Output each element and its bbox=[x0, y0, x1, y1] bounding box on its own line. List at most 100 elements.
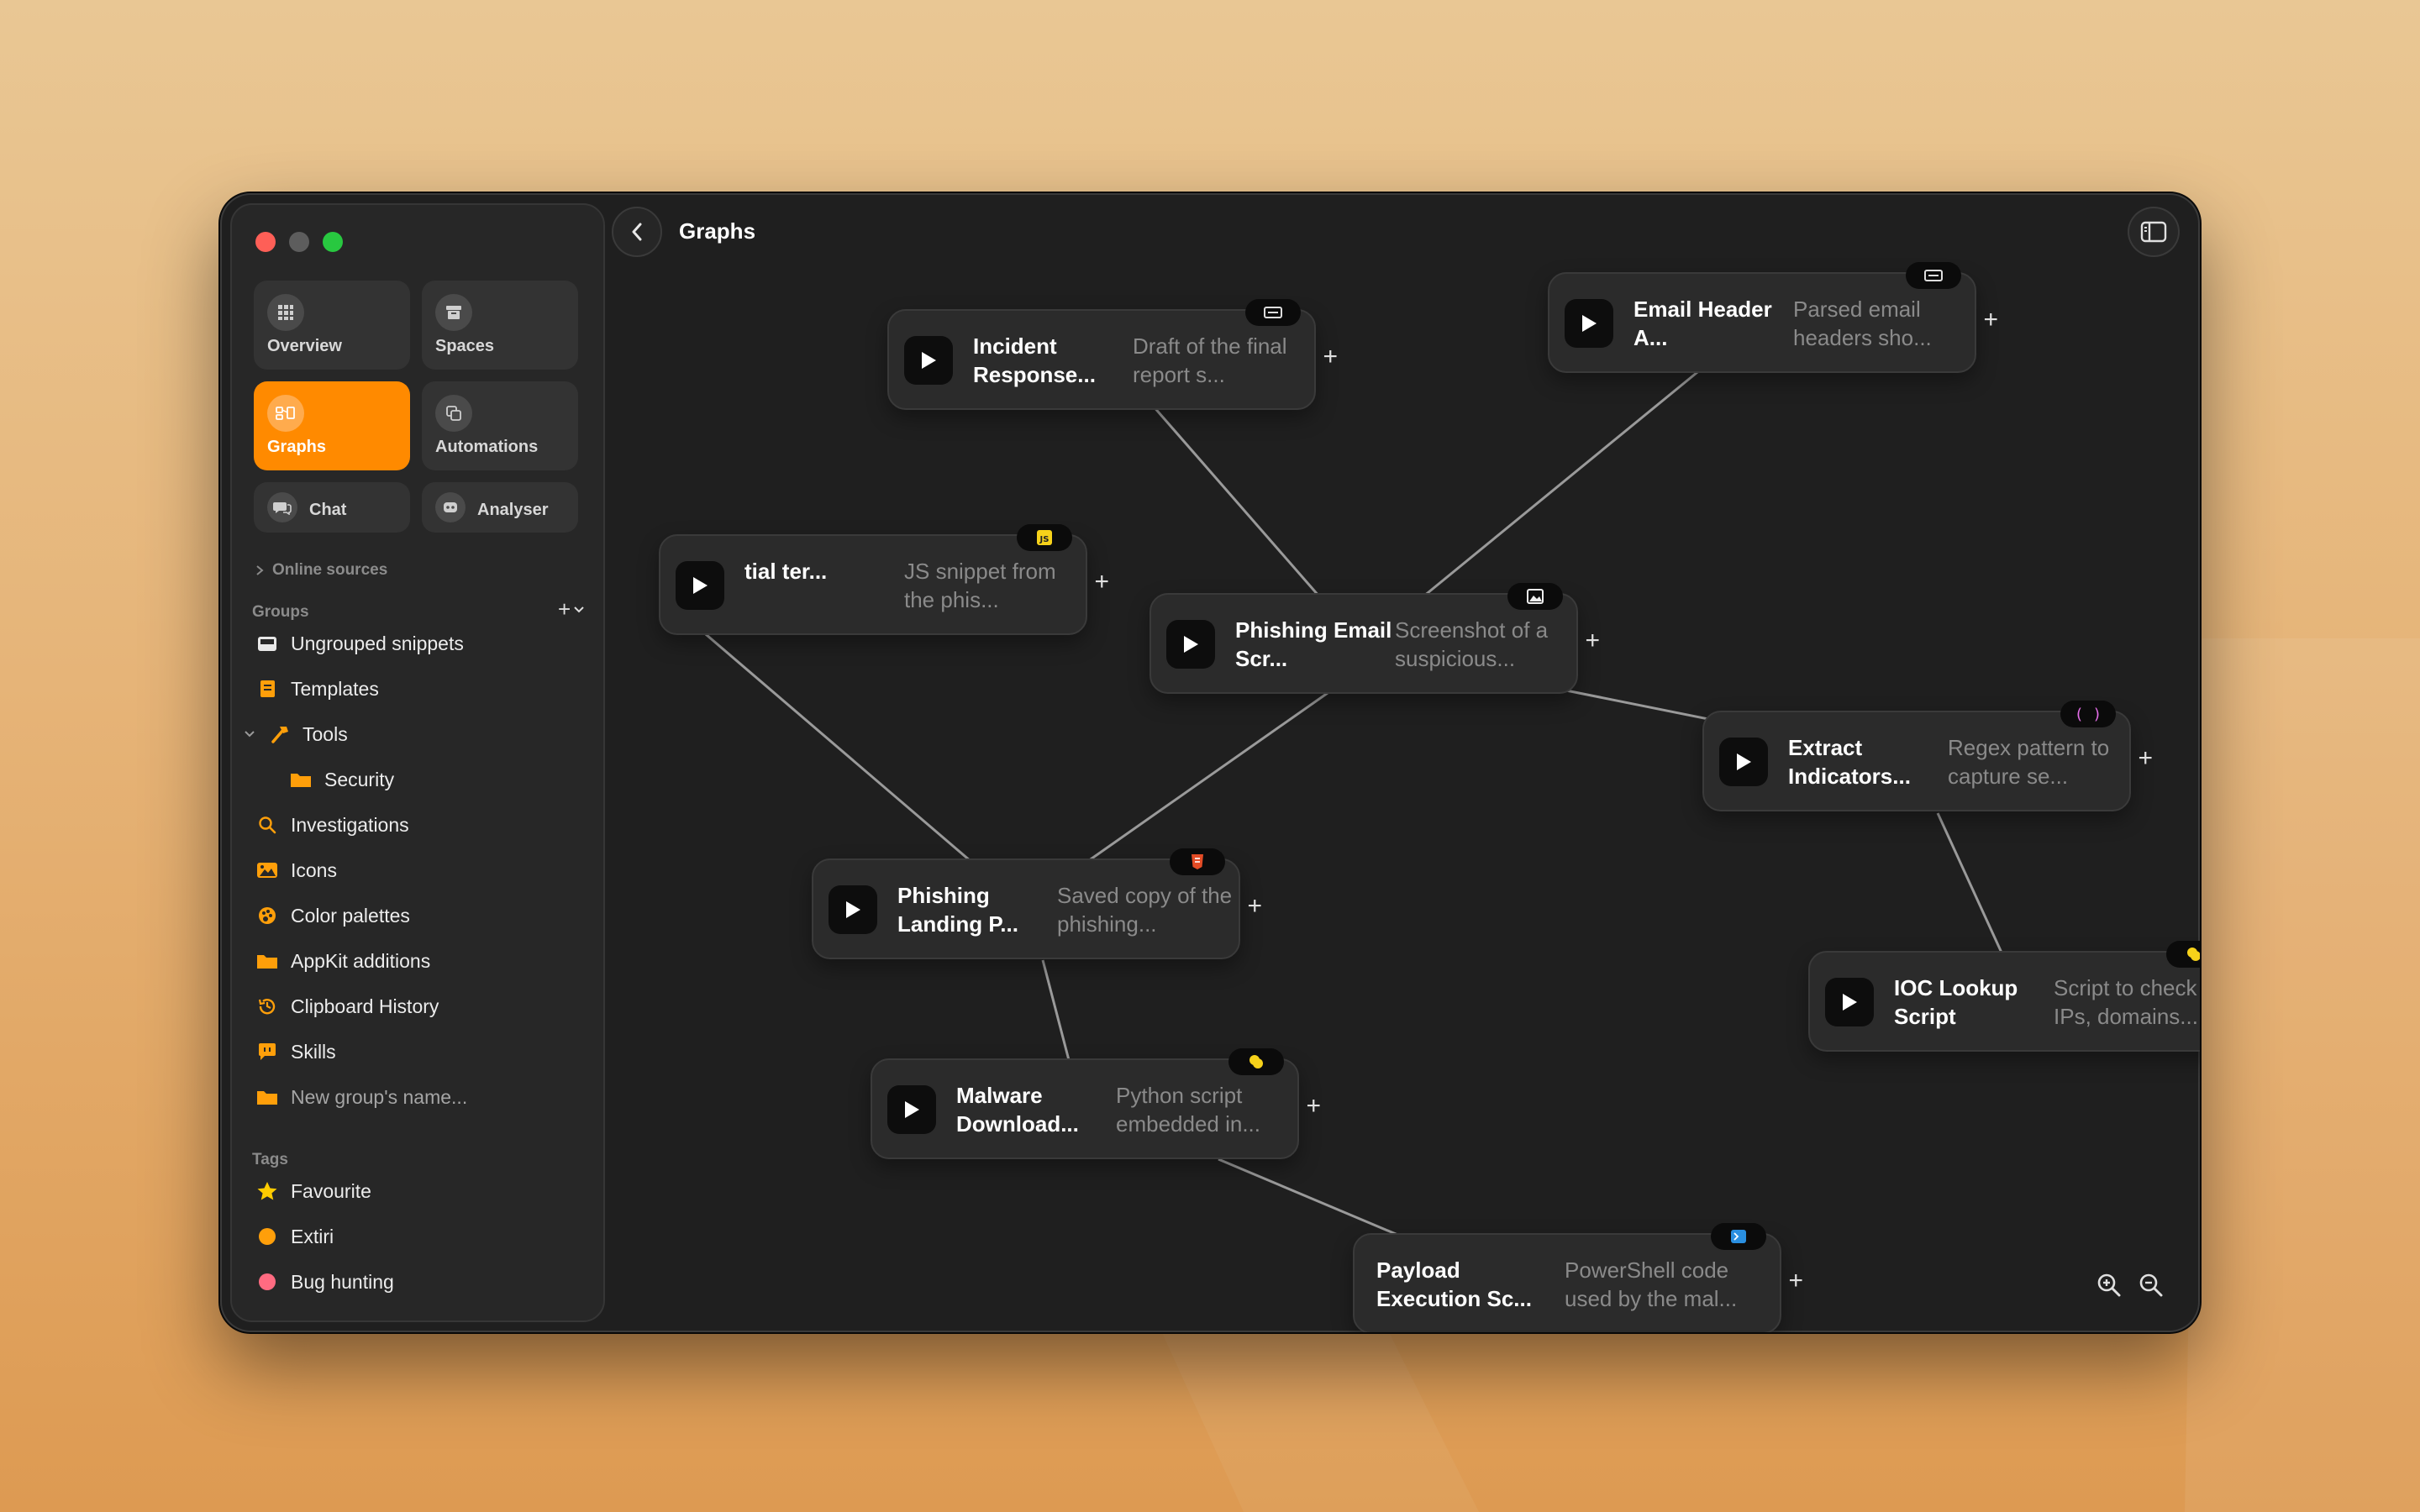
play-button[interactable] bbox=[904, 336, 953, 385]
node-description: Screenshot of a suspicious... bbox=[1395, 617, 1549, 671]
group-label: Clipboard History bbox=[291, 995, 439, 1017]
graph-node-payload-execution[interactable]: Payload Execution Sc... PowerShell code … bbox=[1353, 1223, 1803, 1332]
add-connection-button[interactable]: + bbox=[2138, 746, 2153, 771]
chevron-down-icon bbox=[245, 731, 255, 738]
tag-bug-hunting[interactable]: Bug hunting bbox=[255, 1263, 394, 1300]
page-title: Graphs bbox=[679, 218, 756, 244]
group-label: Tools bbox=[302, 722, 348, 745]
group-label: Icons bbox=[291, 858, 337, 881]
svg-text:( ): ( ) bbox=[2076, 706, 2100, 722]
tile-label: Spaces bbox=[435, 337, 495, 355]
node-title: Extract Indicators... bbox=[1788, 735, 1911, 789]
sidebar: Overview Spaces Graphs Automations Chat … bbox=[230, 203, 605, 1322]
group-clipboard-history[interactable]: Clipboard History bbox=[255, 988, 439, 1025]
node-title: Phishing Email Scr... bbox=[1235, 617, 1392, 671]
chevron-left-icon bbox=[632, 223, 642, 241]
play-button[interactable] bbox=[1565, 299, 1613, 348]
play-button[interactable] bbox=[676, 561, 724, 610]
tag-favourite[interactable]: Favourite bbox=[255, 1173, 371, 1210]
edge bbox=[1041, 959, 1071, 1061]
online-sources-toggle[interactable]: Online sources bbox=[255, 561, 387, 580]
graph-node-ioc-lookup[interactable]: IOC Lookup Script Script to check IPs, d… bbox=[1808, 941, 2200, 1052]
tag-dot-icon bbox=[255, 1273, 279, 1290]
edge bbox=[1936, 812, 2003, 953]
group-templates[interactable]: Templates bbox=[255, 670, 379, 707]
tag-extiri[interactable]: Extiri bbox=[255, 1218, 334, 1255]
minimize-window-button[interactable] bbox=[289, 232, 309, 252]
zoom-in-icon bbox=[2097, 1273, 2121, 1297]
new-group-field[interactable]: New group's name... bbox=[255, 1079, 467, 1116]
node-title: Incident Response... bbox=[973, 333, 1096, 387]
graph-node-email-header[interactable]: Email Header A... Parsed email headers s… bbox=[1548, 262, 1998, 373]
tile-label: Chat bbox=[309, 501, 347, 519]
edge bbox=[1087, 691, 1328, 863]
tile-overview[interactable]: Overview bbox=[254, 281, 410, 370]
play-button[interactable] bbox=[829, 885, 877, 934]
add-group-button[interactable]: + bbox=[558, 596, 584, 622]
play-button[interactable] bbox=[1825, 978, 1874, 1026]
chevron-right-icon bbox=[256, 565, 264, 575]
zoom-window-button[interactable] bbox=[323, 232, 343, 252]
image-icon bbox=[1507, 583, 1563, 610]
back-button[interactable] bbox=[612, 207, 662, 257]
group-skills[interactable]: Skills bbox=[255, 1033, 336, 1070]
folder-icon bbox=[255, 1089, 279, 1105]
history-icon bbox=[255, 996, 279, 1016]
tile-label: Graphs bbox=[267, 438, 327, 456]
robot-icon bbox=[435, 492, 466, 522]
group-label: AppKit additions bbox=[291, 949, 431, 972]
tile-spaces[interactable]: Spaces bbox=[422, 281, 578, 370]
copy-icon bbox=[435, 395, 472, 432]
add-connection-button[interactable]: + bbox=[1323, 344, 1338, 370]
close-window-button[interactable] bbox=[255, 232, 276, 252]
tile-label: Automations bbox=[435, 438, 539, 456]
graph-node-phishing-landing[interactable]: Phishing Landing P... Saved copy of the … bbox=[812, 848, 1262, 959]
group-color-palettes[interactable]: Color palettes bbox=[255, 897, 410, 934]
graph-node-credential-harvester[interactable]: tial ter... JS snippet from the phis... … bbox=[659, 524, 1109, 635]
node-description: Saved copy of the phishing... bbox=[1057, 883, 1233, 937]
zoom-out-button[interactable] bbox=[2134, 1268, 2168, 1302]
edge bbox=[1565, 689, 1713, 722]
zoom-in-button[interactable] bbox=[2092, 1268, 2126, 1302]
add-connection-button[interactable]: + bbox=[1788, 1268, 1803, 1294]
tile-analyser[interactable]: Analyser bbox=[422, 482, 578, 533]
add-connection-button[interactable]: + bbox=[1585, 628, 1600, 654]
archive-icon bbox=[435, 294, 472, 331]
edge bbox=[1145, 398, 1321, 597]
sidebar-toggle-button[interactable] bbox=[2128, 207, 2180, 257]
graph-node-malware-download[interactable]: Malware Download... Python script embedd… bbox=[871, 1048, 1321, 1159]
node-title: Phishing Landing P... bbox=[897, 883, 1018, 937]
group-investigations[interactable]: Investigations bbox=[255, 806, 409, 843]
add-connection-button[interactable]: + bbox=[1247, 894, 1262, 919]
play-button[interactable] bbox=[1719, 738, 1768, 786]
group-appkit-additions[interactable]: AppKit additions bbox=[255, 942, 430, 979]
graph-node-incident-response[interactable]: Incident Response... Draft of the final … bbox=[887, 299, 1338, 410]
tags-heading: Tags bbox=[252, 1151, 288, 1168]
group-tools[interactable]: Tools bbox=[244, 716, 348, 753]
star-icon bbox=[255, 1181, 279, 1201]
node-description: PowerShell code used by the mal... bbox=[1565, 1257, 1738, 1311]
palette-icon bbox=[255, 906, 279, 926]
play-button[interactable] bbox=[887, 1085, 936, 1134]
edge bbox=[1423, 367, 1702, 598]
group-ungrouped-snippets[interactable]: Ungrouped snippets bbox=[255, 625, 464, 662]
plus-icon: + bbox=[558, 596, 571, 622]
group-security[interactable]: Security bbox=[289, 761, 394, 798]
graph-node-phishing-email[interactable]: Phishing Email Scr... Screenshot of a su… bbox=[1150, 583, 1600, 694]
tile-chat[interactable]: Chat bbox=[254, 482, 410, 533]
tile-automations[interactable]: Automations bbox=[422, 381, 578, 470]
add-connection-button[interactable]: + bbox=[1306, 1094, 1321, 1119]
node-description: Script to check IPs, domains... bbox=[2054, 975, 2198, 1029]
add-connection-button[interactable]: + bbox=[1983, 307, 1998, 333]
group-label: Templates bbox=[291, 677, 379, 700]
html-icon bbox=[1170, 848, 1225, 875]
node-title: Payload Execution Sc... bbox=[1376, 1257, 1532, 1311]
group-icons[interactable]: Icons bbox=[255, 852, 337, 889]
add-connection-button[interactable]: + bbox=[1094, 570, 1109, 595]
edge bbox=[700, 628, 971, 863]
node-description: Draft of the final report s... bbox=[1133, 333, 1287, 387]
play-button[interactable] bbox=[1166, 620, 1215, 669]
graph-node-extract-indicators[interactable]: Extract Indicators... Regex pattern to c… bbox=[1702, 701, 2153, 811]
group-label: Security bbox=[324, 768, 395, 790]
tile-graphs[interactable]: Graphs bbox=[254, 381, 410, 470]
